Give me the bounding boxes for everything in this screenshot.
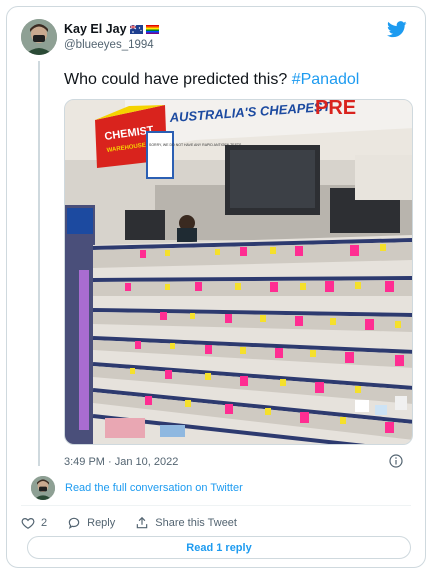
empty-shelves-photo: AUSTRALIA'S CHEAPEST PRE CHEMIST WAREHOU… — [65, 100, 412, 444]
read-conversation-link[interactable]: Read the full conversation on Twitter — [65, 482, 243, 494]
author-name-row[interactable]: Kay El Jay — [64, 22, 159, 36]
action-bar: 2 Reply Share this Tweet — [21, 515, 257, 531]
speech-bubble-icon — [68, 517, 80, 529]
reply-label: Reply — [87, 517, 116, 529]
banner-red-text: PRE — [315, 100, 356, 119]
like-button[interactable]: 2 — [21, 516, 47, 530]
reply-avatar[interactable] — [31, 476, 55, 500]
info-icon[interactable] — [389, 454, 403, 468]
rainbow-flag-icon — [145, 24, 159, 34]
read-replies-button[interactable]: Read 1 reply — [27, 536, 411, 559]
twitter-bird-icon[interactable] — [387, 21, 407, 38]
share-icon — [137, 516, 148, 529]
share-button[interactable]: Share this Tweet — [135, 516, 237, 530]
australia-flag-icon — [129, 24, 143, 34]
divider — [21, 505, 411, 506]
author-handle[interactable]: @blueeyes_1994 — [64, 39, 159, 51]
tweet-body: Who could have predicted this? — [64, 71, 288, 88]
author-block[interactable]: Kay El Jay @blueeyes_1994 — [64, 22, 159, 51]
like-count: 2 — [41, 517, 48, 529]
avatar[interactable] — [21, 19, 57, 55]
thread-line — [38, 61, 40, 466]
share-label: Share this Tweet — [155, 517, 237, 529]
avatar-photo-small — [31, 476, 55, 500]
tweet-text: Who could have predicted this? #Panadol — [64, 71, 359, 89]
heart-icon — [21, 518, 35, 529]
reply-button[interactable]: Reply — [67, 516, 115, 530]
avatar-photo — [21, 19, 57, 55]
tweet-card: Kay El Jay @blueeyes_1994 Who could have… — [6, 6, 426, 568]
tweet-timestamp[interactable]: 3:49 PM · Jan 10, 2022 — [64, 456, 178, 468]
hashtag-link[interactable]: #Panadol — [292, 71, 360, 88]
author-name[interactable]: Kay El Jay — [64, 22, 127, 36]
tweet-photo[interactable]: AUSTRALIA'S CHEAPEST PRE CHEMIST WAREHOU… — [64, 99, 413, 445]
